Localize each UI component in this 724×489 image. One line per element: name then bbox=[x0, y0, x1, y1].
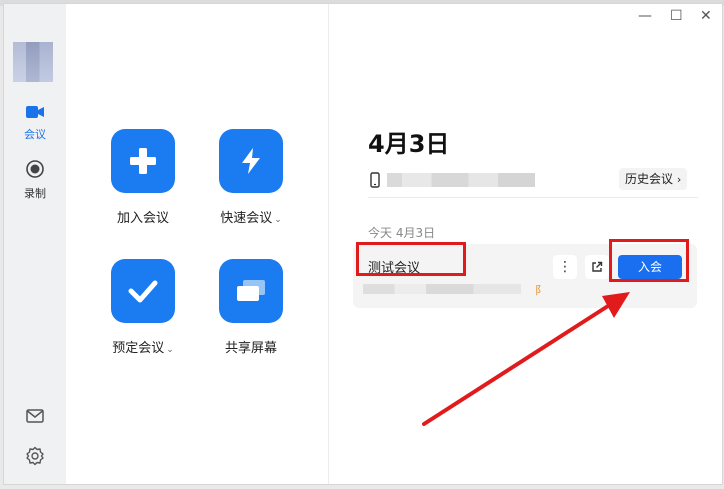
annotation-arrow bbox=[422, 292, 630, 426]
